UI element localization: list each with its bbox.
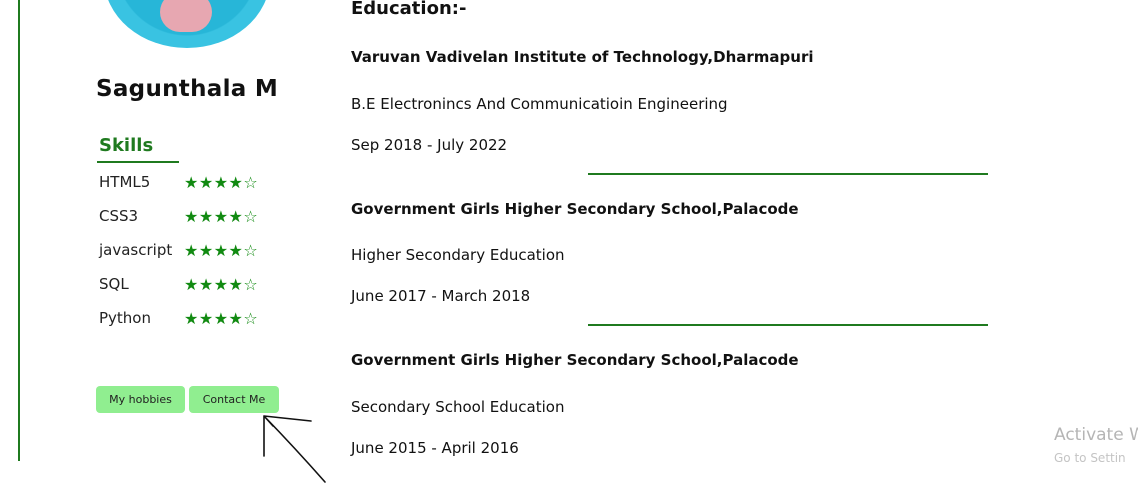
left-border-line xyxy=(18,0,20,461)
date-range: June 2017 - March 2018 xyxy=(351,287,531,305)
hand-drawn-arrow-icon xyxy=(263,415,326,483)
profile-photo xyxy=(104,0,270,48)
skill-row-javascript: javascript ★★★★☆ xyxy=(99,239,279,261)
skill-row-python: Python ★★★★☆ xyxy=(99,307,279,329)
skill-name: HTML5 xyxy=(99,173,151,191)
skill-row-html5: HTML5 ★★★★☆ xyxy=(99,171,279,193)
school-name: Government Girls Higher Secondary School… xyxy=(351,351,799,369)
my-hobbies-button[interactable]: My hobbies xyxy=(96,386,185,413)
skill-row-css3: CSS3 ★★★★☆ xyxy=(99,205,279,227)
star-rating-icon: ★★★★☆ xyxy=(184,274,259,294)
star-rating-icon: ★★★★☆ xyxy=(184,172,259,192)
activate-windows-watermark: Activate W xyxy=(1054,425,1138,445)
degree-text: B.E Electronincs And Communicatioin Engi… xyxy=(351,95,728,113)
skill-row-sql: SQL ★★★★☆ xyxy=(99,273,279,295)
skill-name: CSS3 xyxy=(99,207,139,225)
skill-name: Python xyxy=(99,309,151,327)
school-name: Government Girls Higher Secondary School… xyxy=(351,200,799,218)
skills-heading: Skills xyxy=(99,135,154,156)
section-divider xyxy=(588,173,988,175)
section-divider xyxy=(588,324,988,326)
activate-windows-subtext: Go to Settin xyxy=(1054,451,1126,465)
date-range: Sep 2018 - July 2022 xyxy=(351,136,508,154)
skills-underline xyxy=(97,161,179,163)
star-rating-icon: ★★★★☆ xyxy=(184,240,259,260)
skill-name: javascript xyxy=(99,241,173,259)
star-rating-icon: ★★★★☆ xyxy=(184,206,259,226)
school-name: Varuvan Vadivelan Institute of Technolog… xyxy=(351,48,814,66)
education-heading: Education:- xyxy=(351,0,467,19)
profile-name: Sagunthala M xyxy=(96,76,279,102)
degree-text: Higher Secondary Education xyxy=(351,246,565,264)
skill-name: SQL xyxy=(99,275,129,293)
degree-text: Secondary School Education xyxy=(351,398,565,416)
date-range: June 2015 - April 2016 xyxy=(351,439,519,457)
star-rating-icon: ★★★★☆ xyxy=(184,308,259,328)
